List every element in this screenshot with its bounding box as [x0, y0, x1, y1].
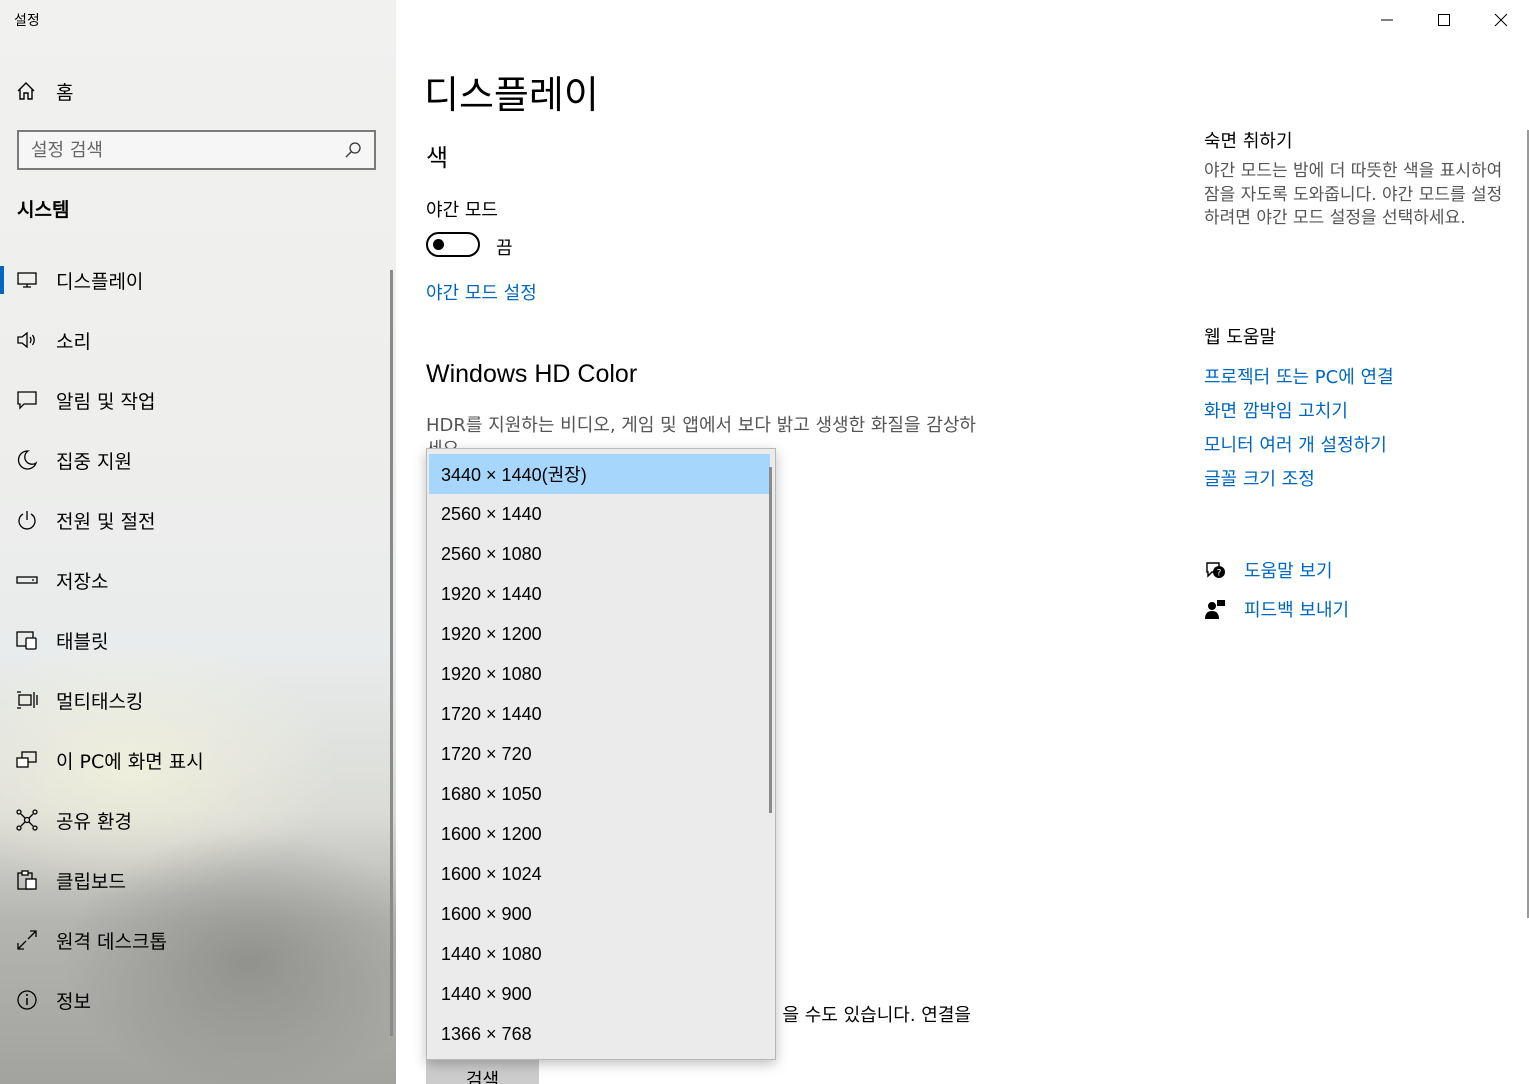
sidebar-item-storage[interactable]: 저장소 [0, 550, 396, 610]
resolution-options: 3440 × 1440(권장) 2560 × 1440 2560 × 1080 192… [427, 449, 775, 1054]
resolution-option[interactable]: 3440 × 1440(권장) [429, 454, 770, 494]
resolution-option[interactable]: 2560 × 1440 [427, 494, 775, 534]
home-nav-item[interactable]: 홈 [16, 78, 73, 104]
sleep-title: 숙면 취하기 [1204, 131, 1293, 152]
send-feedback-label: 피드백 보내기 [1244, 599, 1350, 621]
sidebar-item-label: 집중 지원 [56, 450, 132, 473]
sidebar-item-sound[interactable]: 소리 [0, 310, 396, 370]
sidebar-item-display[interactable]: 디스플레이 [0, 250, 396, 310]
sidebar-item-label: 클립보드 [56, 870, 126, 893]
link-multiple-monitors[interactable]: 모니터 여러 개 설정하기 [1204, 433, 1394, 467]
sleep-description: 야간 모드는 밤에 더 따뜻한 색을 표시하여 잠을 자도록 도와줍니다. 야간… [1204, 161, 1503, 228]
sidebar: 설정 홈 시스템 디스플레이 소리 알림 및 작업 집중 지원 전원 및 절전 [0, 0, 396, 1084]
sidebar-item-label: 소리 [56, 330, 91, 353]
notification-icon [17, 391, 37, 410]
resolution-option[interactable]: 1440 × 900 [427, 974, 775, 1014]
sidebar-item-shared-experiences[interactable]: 공유 환경 [0, 790, 396, 850]
search-icon[interactable] [344, 141, 362, 159]
sidebar-item-project[interactable]: 이 PC에 화면 표시 [0, 730, 396, 790]
resolution-option[interactable]: 1366 × 768 [427, 1014, 775, 1054]
sidebar-item-label: 정보 [56, 990, 91, 1013]
sidebar-item-label: 디스플레이 [56, 270, 144, 293]
resolution-option[interactable]: 1440 × 1080 [427, 934, 775, 974]
night-mode-toggle[interactable] [426, 232, 480, 257]
detect-button[interactable]: 검색 [426, 1058, 539, 1084]
sidebar-item-tablet[interactable]: 태블릿 [0, 610, 396, 670]
speaker-icon [17, 331, 35, 349]
search-box[interactable] [17, 130, 376, 170]
resolution-option[interactable]: 1720 × 1440 [427, 694, 775, 734]
info-icon [17, 990, 37, 1010]
feedback-icon [1205, 599, 1225, 619]
home-label: 홈 [56, 81, 74, 104]
home-icon [17, 82, 35, 100]
svg-text:?: ? [1217, 568, 1222, 578]
minimize-icon [1380, 19, 1393, 21]
resolution-option[interactable]: 1920 × 1200 [427, 614, 775, 654]
link-fix-flicker[interactable]: 화면 깜박임 고치기 [1204, 399, 1394, 433]
sidebar-item-label: 알림 및 작업 [56, 390, 156, 413]
resolution-option[interactable]: 1600 × 1200 [427, 814, 775, 854]
page-title: 디스플레이 [424, 73, 599, 117]
send-feedback-link[interactable]: 피드백 보내기 [1204, 589, 1349, 628]
sidebar-item-notifications[interactable]: 알림 및 작업 [0, 370, 396, 430]
window-title: 설정 [14, 13, 40, 29]
storage-icon [16, 576, 38, 584]
sidebar-item-label: 저장소 [56, 570, 109, 593]
sidebar-nav: 디스플레이 소리 알림 및 작업 집중 지원 전원 및 절전 저장소 태블릿 멀… [0, 250, 396, 1030]
web-help-title: 웹 도움말 [1204, 327, 1276, 348]
sidebar-item-multitasking[interactable]: 멀티태스킹 [0, 670, 396, 730]
get-help-label: 도움말 보기 [1244, 560, 1333, 582]
remote-desktop-icon [17, 930, 37, 950]
resolution-dropdown-list[interactable]: 3440 × 1440(권장) 2560 × 1440 2560 × 1080 192… [426, 448, 776, 1060]
resolution-option[interactable]: 1600 × 1024 [427, 854, 775, 894]
night-mode-settings-link[interactable]: 야간 모드 설정 [426, 279, 537, 305]
power-icon [18, 511, 36, 530]
resolution-option[interactable]: 2560 × 1080 [427, 534, 775, 574]
web-help-links: 프로젝터 또는 PC에 연결 화면 깜박임 고치기 모니터 여러 개 설정하기 … [1204, 365, 1394, 501]
section-title: 시스템 [17, 199, 70, 221]
minimize-button[interactable] [1358, 0, 1415, 40]
dropdown-scrollbar[interactable] [769, 467, 772, 813]
night-mode-label: 야간 모드 [426, 200, 498, 221]
color-heading: 색 [426, 144, 449, 172]
sidebar-item-label: 전원 및 절전 [56, 510, 156, 533]
maximize-icon [1437, 14, 1450, 26]
sidebar-item-label: 공유 환경 [56, 810, 132, 833]
sidebar-item-label: 태블릿 [56, 630, 109, 653]
clipboard-icon [17, 870, 37, 890]
help-actions: ? 도움말 보기 피드백 보내기 [1204, 550, 1349, 628]
resolution-option[interactable]: 1720 × 720 [427, 734, 775, 774]
link-connect-projector[interactable]: 프로젝터 또는 PC에 연결 [1204, 365, 1394, 399]
tablet-icon [16, 631, 37, 650]
sidebar-item-remote-desktop[interactable]: 원격 데스크톱 [0, 910, 396, 970]
sidebar-item-about[interactable]: 정보 [0, 970, 396, 1030]
get-help-link[interactable]: ? 도움말 보기 [1204, 550, 1349, 589]
share-icon [16, 809, 38, 831]
night-mode-state: 끔 [496, 238, 513, 259]
hdr-heading: Windows HD Color [426, 360, 638, 388]
sidebar-item-power[interactable]: 전원 및 절전 [0, 490, 396, 550]
link-font-size[interactable]: 글꼴 크기 조정 [1204, 467, 1394, 501]
help-chat-icon: ? [1206, 561, 1225, 578]
sidebar-item-label: 원격 데스크톱 [56, 930, 167, 953]
close-icon [1494, 13, 1507, 27]
sidebar-scrollbar[interactable] [390, 270, 393, 1036]
resolution-option[interactable]: 1600 × 900 [427, 894, 775, 934]
sidebar-item-label: 멀티태스킹 [56, 690, 144, 713]
maximize-button[interactable] [1415, 0, 1472, 40]
sidebar-item-label: 이 PC에 화면 표시 [56, 750, 204, 773]
search-input[interactable] [31, 139, 344, 161]
monitor-icon [17, 272, 37, 288]
close-button[interactable] [1472, 0, 1529, 40]
project-icon [16, 751, 37, 768]
moon-icon [17, 450, 38, 470]
resolution-option[interactable]: 1920 × 1440 [427, 574, 775, 614]
resolution-option[interactable]: 1680 × 1050 [427, 774, 775, 814]
resolution-option[interactable]: 1920 × 1080 [427, 654, 775, 694]
multitasking-icon [17, 691, 38, 709]
window-controls [1358, 0, 1529, 40]
sidebar-item-focus-assist[interactable]: 집중 지원 [0, 430, 396, 490]
sidebar-item-clipboard[interactable]: 클립보드 [0, 850, 396, 910]
